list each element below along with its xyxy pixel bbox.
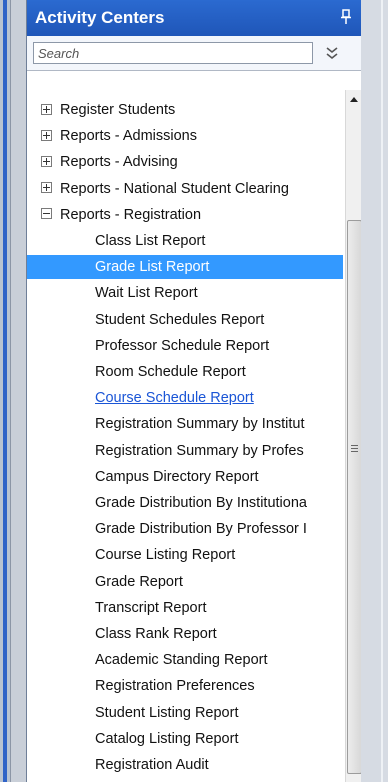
search-row [27, 36, 361, 70]
tree-item-label: Registration Summary by Institut [95, 416, 305, 433]
search-input[interactable] [33, 42, 313, 64]
tree-item[interactable]: Academic Standing Report [27, 648, 343, 672]
tree-group[interactable]: Reports - National Student Clearing [27, 177, 343, 201]
tree-group[interactable]: Register Students [27, 98, 343, 122]
arrow-up-icon[interactable] [350, 97, 358, 102]
expand-icon[interactable] [41, 182, 52, 194]
activity-tree: Register Students Reports - Admissions Rep… [27, 90, 343, 782]
expand-icon[interactable] [41, 103, 52, 115]
panel-title: Activity Centers [35, 8, 165, 27]
tree-item[interactable]: Grade Distribution By Professor I [27, 517, 343, 541]
tree-item-label: Grade Report [95, 573, 183, 590]
tree-item[interactable]: Registration Audit [27, 753, 343, 777]
tree-item-label: Reports - Admissions [60, 128, 197, 145]
tree-item[interactable]: Student Schedules Report [27, 308, 343, 332]
tree-item[interactable]: Grade Distribution By Institutiona [27, 491, 343, 515]
tree-item-label: Room Schedule Report [95, 364, 246, 380]
activity-centers-panel: Activity Centers Register Students Report… [26, 0, 362, 782]
expand-icon[interactable] [41, 129, 52, 141]
window-edge [0, 0, 11, 782]
tree-group[interactable]: Reports - Admissions [27, 124, 343, 148]
tree-item-label: Academic Standing Report [95, 652, 268, 669]
grip-icon [351, 445, 358, 453]
tree-item[interactable]: Student Listing Report [27, 701, 343, 725]
tree-item-label: Reports - National Student Clearing [60, 180, 289, 197]
tree-group[interactable]: Reports - Advising [27, 150, 343, 174]
tree-item[interactable]: Course Listing Report [27, 543, 343, 567]
tree-item[interactable]: Registration Preferences [27, 674, 343, 698]
tree-item-label: Class Rank Report [95, 626, 217, 642]
tree-item[interactable]: Grade Report [27, 570, 343, 594]
collapse-icon[interactable] [41, 208, 52, 220]
tree-item[interactable]: Class List Report [27, 229, 343, 253]
tree-item-label: Transcript Report [95, 599, 207, 616]
tree-item-label: Registration Summary by Profes [95, 442, 304, 459]
tree-item-label: Grade Distribution By Professor I [95, 521, 307, 538]
tree-item-label: Register Students [60, 102, 176, 118]
tree-item-label: Grade Distribution By Institutiona [95, 495, 307, 511]
expand-icon[interactable] [41, 156, 52, 168]
tree-item-label: Student Schedules Report [95, 311, 265, 328]
tree-item[interactable]: Catalog Listing Report [27, 727, 343, 751]
window-edge-right [361, 0, 388, 782]
tree-item-label: Reports - Registration [60, 206, 202, 223]
tree-item-label: Campus Directory Report [95, 468, 259, 485]
tree-item[interactable]: Grade List Report [27, 255, 343, 280]
pin-icon[interactable] [340, 9, 352, 25]
panel-titlebar: Activity Centers [27, 0, 361, 36]
tree-item-label: Course Listing Report [95, 547, 236, 564]
tree-item-label: Catalog Listing Report [95, 730, 239, 747]
tree-item-label: Professor Schedule Report [95, 337, 270, 354]
tree-item[interactable]: Wait List Report [27, 281, 343, 305]
tree-item-label: Reports - Advising [60, 154, 178, 171]
tree-item-label: Student Listing Report [95, 704, 239, 721]
vertical-scrollbar[interactable] [345, 90, 361, 782]
tree-item-label: Wait List Report [95, 285, 198, 302]
double-chevron-down-icon[interactable] [323, 44, 341, 62]
tree-item-label: Registration Preferences [95, 678, 255, 695]
tree-item[interactable]: Registration Summary by Institut [27, 412, 343, 436]
tree-item[interactable]: Course Schedule Report [27, 386, 343, 410]
tree-item[interactable]: Class Rank Report [27, 622, 343, 646]
divider [27, 70, 361, 71]
scrollbar-thumb[interactable] [347, 220, 361, 774]
tree-item-label: Grade List Report [95, 259, 210, 276]
tree-item-label: Course Schedule Report [95, 390, 254, 407]
tree-item[interactable]: Professor Schedule Report [27, 334, 343, 358]
tree-item-label: Registration Audit [95, 757, 209, 773]
tree-group[interactable]: Reports - Registration [27, 203, 343, 227]
tree-item[interactable]: Room Schedule Report [27, 360, 343, 384]
tree-item[interactable]: Transcript Report [27, 596, 343, 620]
tree-item-label: Class List Report [95, 233, 206, 249]
tree-item[interactable]: Campus Directory Report [27, 465, 343, 489]
tree-item[interactable]: Registration Summary by Profes [27, 439, 343, 463]
